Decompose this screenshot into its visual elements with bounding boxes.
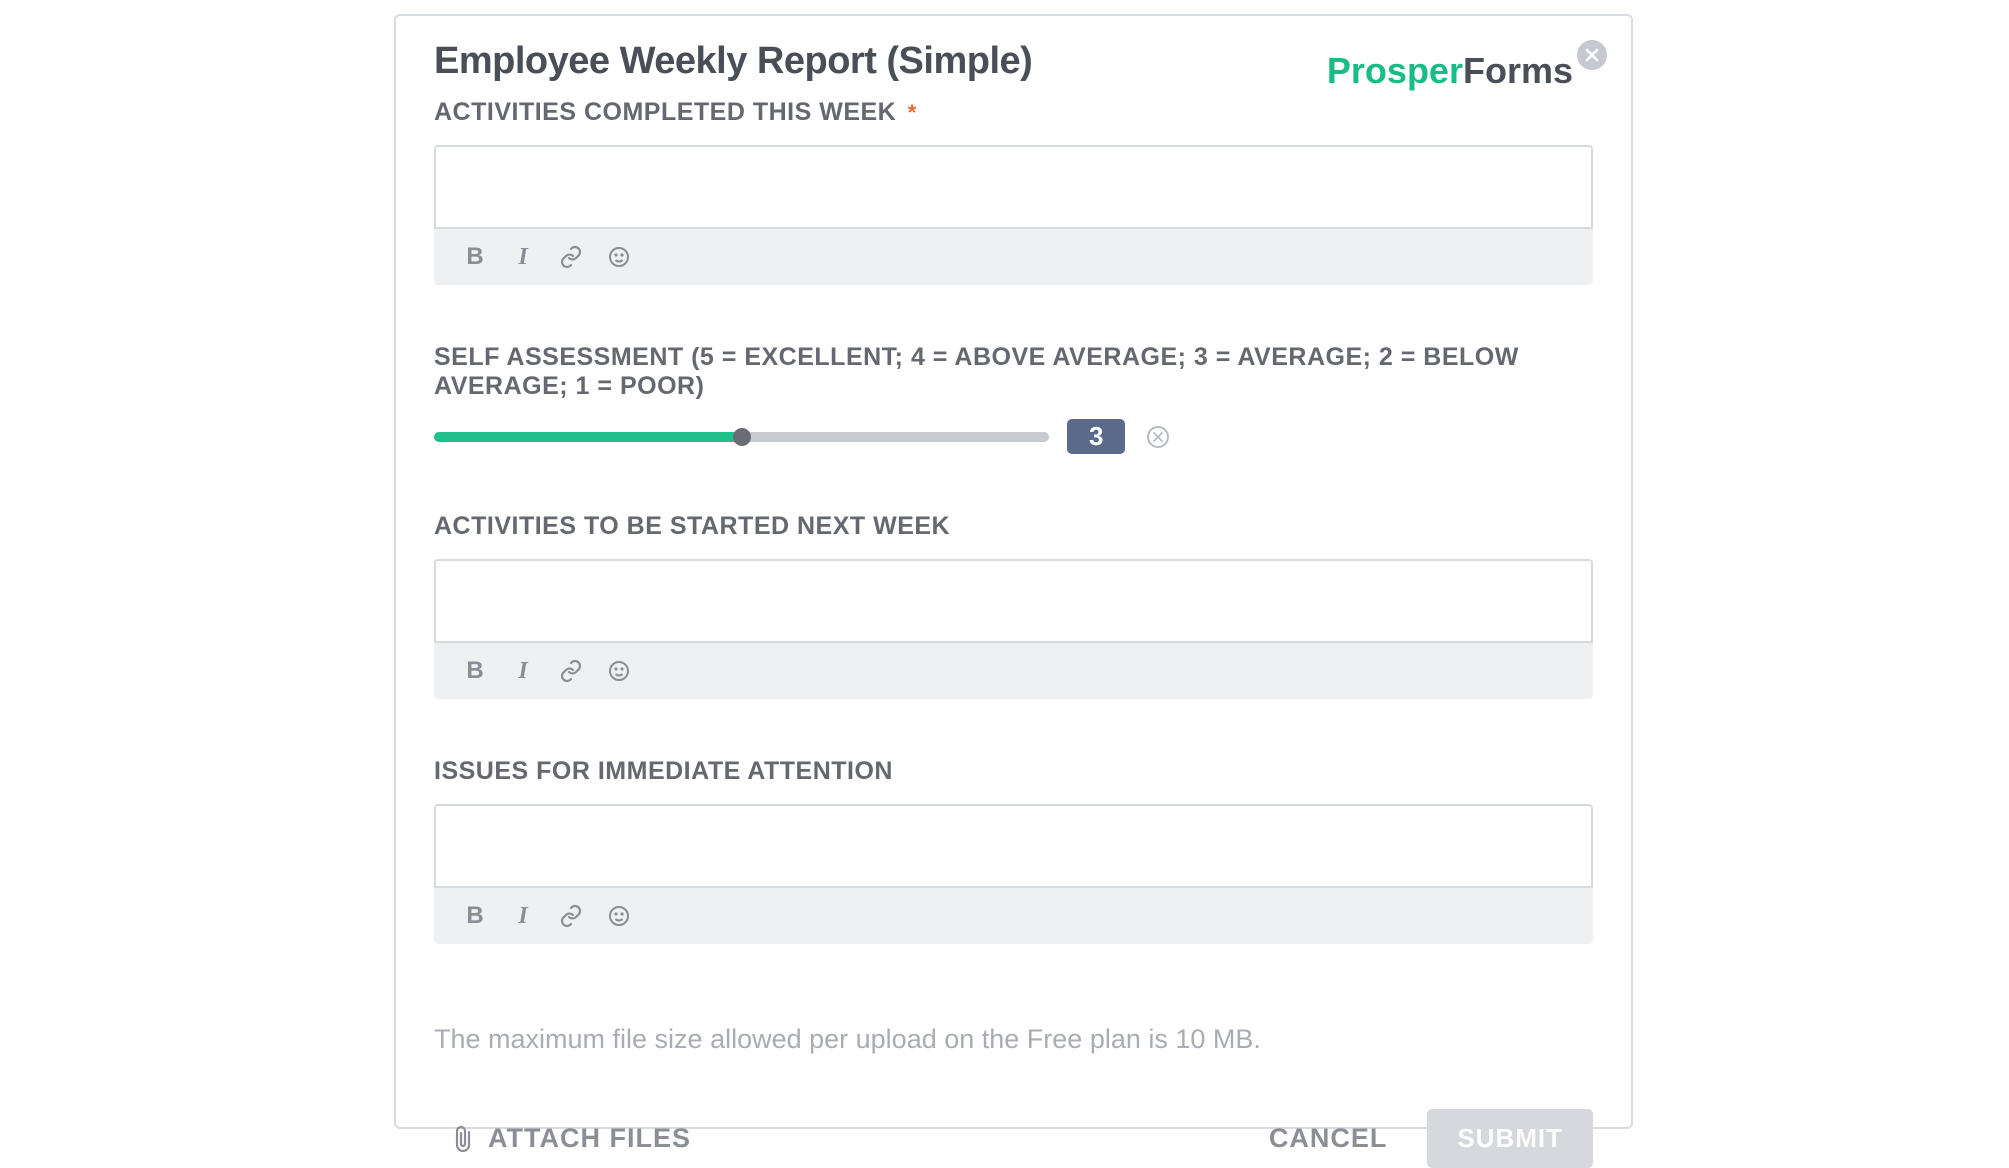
emoji-icon[interactable] <box>606 903 632 929</box>
slider-thumb[interactable] <box>733 428 751 446</box>
required-star: * <box>908 100 917 125</box>
close-button[interactable] <box>1577 40 1607 70</box>
italic-icon[interactable]: I <box>510 903 536 929</box>
footer-actions: ATTACH FILES CANCEL SUBMIT <box>434 1109 1593 1168</box>
bold-icon[interactable]: B <box>462 658 488 684</box>
clear-icon <box>1153 432 1163 442</box>
close-icon <box>1585 48 1599 62</box>
label-issues: ISSUES FOR IMMEDIATE ATTENTION <box>434 757 1593 786</box>
attach-files-button[interactable]: ATTACH FILES <box>452 1123 691 1154</box>
link-icon[interactable] <box>558 244 584 270</box>
link-icon[interactable] <box>558 658 584 684</box>
italic-icon[interactable]: I <box>510 658 536 684</box>
brand-part1: Prosper <box>1327 50 1463 91</box>
brand-logo: ProsperForms <box>1327 50 1573 92</box>
slider-self-assessment: 3 <box>434 419 1593 454</box>
link-icon[interactable] <box>558 903 584 929</box>
slider-track[interactable] <box>434 432 1049 442</box>
toolbar-activities-completed: B I <box>434 229 1593 285</box>
bold-icon[interactable]: B <box>462 903 488 929</box>
slider-fill <box>434 432 742 442</box>
input-activities-next[interactable] <box>434 559 1593 643</box>
italic-icon[interactable]: I <box>510 244 536 270</box>
slider-clear-button[interactable] <box>1147 426 1169 448</box>
label-activities-completed-text: ACTIVITIES COMPLETED THIS WEEK <box>434 98 896 126</box>
input-issues[interactable] <box>434 804 1593 888</box>
emoji-icon[interactable] <box>606 658 632 684</box>
submit-button[interactable]: SUBMIT <box>1427 1109 1593 1168</box>
attach-files-label: ATTACH FILES <box>488 1123 691 1154</box>
modal-header: Employee Weekly Report (Simple) ProsperF… <box>434 40 1593 92</box>
emoji-icon[interactable] <box>606 244 632 270</box>
toolbar-issues: B I <box>434 888 1593 944</box>
cancel-button[interactable]: CANCEL <box>1269 1123 1388 1154</box>
toolbar-activities-next: B I <box>434 643 1593 699</box>
form-modal: Employee Weekly Report (Simple) ProsperF… <box>394 14 1633 1129</box>
upload-size-note: The maximum file size allowed per upload… <box>434 1024 1593 1055</box>
bold-icon[interactable]: B <box>462 244 488 270</box>
paperclip-icon <box>452 1124 474 1154</box>
label-activities-next: ACTIVITIES TO BE STARTED NEXT WEEK <box>434 512 1593 541</box>
label-self-assessment: SELF ASSESSMENT (5 = EXCELLENT; 4 = ABOV… <box>434 343 1593 401</box>
label-activities-completed: ACTIVITIES COMPLETED THIS WEEK * <box>434 98 1593 127</box>
brand-part2: Forms <box>1463 50 1573 91</box>
slider-value-badge: 3 <box>1067 419 1125 454</box>
input-activities-completed[interactable] <box>434 145 1593 229</box>
form-title: Employee Weekly Report (Simple) <box>434 40 1032 83</box>
